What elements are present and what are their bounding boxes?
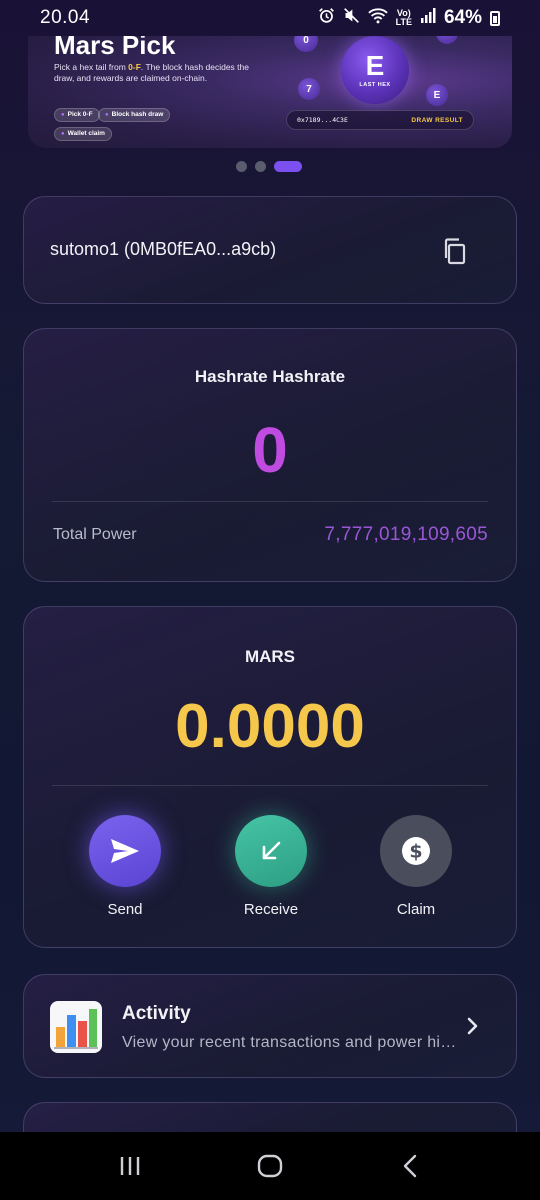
chevron-right-icon[interactable]: [466, 1015, 480, 1037]
status-time: 20.04: [40, 7, 91, 28]
hashrate-value: 0: [252, 414, 288, 486]
hex-ball-decoration: [436, 36, 458, 44]
receive-action[interactable]: Receive: [216, 815, 326, 918]
banner-desc-prefix: Pick a hex tail from: [54, 62, 129, 72]
banner-desc-highlight: 0-F: [128, 62, 141, 72]
activity-title: Activity: [122, 1003, 191, 1024]
hashrate-title: Hashrate Hashrate: [194, 367, 346, 386]
activity-subtitle: View your recent transactions and power …: [122, 1034, 462, 1051]
status-bar: 20.04 Vo) LTE 64%: [0, 0, 540, 36]
claim-button[interactable]: $: [380, 815, 452, 887]
alarm-icon: [318, 7, 335, 29]
last-hex-letter: E: [365, 50, 385, 81]
receive-button[interactable]: [235, 815, 307, 887]
copy-icon[interactable]: [442, 237, 468, 265]
lte-label: LTE: [395, 17, 412, 27]
banner-title: Mars Pick: [54, 36, 176, 60]
divider: [52, 501, 488, 502]
carousel-dot[interactable]: [255, 161, 266, 172]
bar-chart-icon: [50, 1001, 102, 1053]
send-button[interactable]: [89, 815, 161, 887]
hex-ball: E: [426, 84, 448, 106]
hash-code: 0x7189...4C3E: [297, 116, 348, 124]
mars-balance-card: MARS 0.0000 Send Receive $ Claim: [23, 606, 517, 948]
svg-text:$: $: [409, 841, 422, 863]
banner-description: Pick a hex tail from 0-F. The block hash…: [54, 62, 254, 84]
wifi-icon: [367, 7, 388, 29]
hex-ball: 0: [294, 36, 318, 52]
last-hex-ball: E LAST HEX: [341, 36, 409, 104]
receive-icon: [262, 841, 281, 860]
activity-card[interactable]: Activity View your recent transactions a…: [23, 974, 517, 1078]
battery-icon: [490, 10, 500, 26]
promo-banner[interactable]: Mars Pick Pick a hex tail from 0-F. The …: [28, 36, 512, 148]
mars-title: MARS: [244, 647, 296, 666]
draw-result-label: DRAW RESULT: [411, 116, 463, 124]
send-label: Send: [107, 901, 143, 918]
carousel-dot[interactable]: [236, 161, 247, 172]
battery-percent: 64%: [443, 7, 482, 28]
signal-icon: [420, 8, 436, 28]
claim-label: Claim: [396, 901, 436, 918]
system-nav-bar: [0, 1132, 540, 1200]
chip-pick: Pick 0-F: [54, 108, 100, 122]
receive-label: Receive: [243, 901, 299, 918]
status-icons: Vo) LTE 64%: [318, 7, 500, 29]
hex-ball: 7: [298, 78, 320, 100]
recent-apps-button[interactable]: [110, 1146, 150, 1186]
dollar-icon: $: [402, 837, 430, 865]
mute-icon: [343, 7, 360, 29]
back-button[interactable]: [390, 1146, 430, 1186]
divider: [52, 785, 488, 786]
carousel-indicator: [236, 161, 302, 172]
carousel-dot-active[interactable]: [274, 161, 302, 172]
send-icon: [111, 839, 139, 863]
lte-indicator: Vo) LTE: [396, 9, 412, 27]
wallet-card: sutomo1 (0MB0fEA0...a9cb): [23, 196, 517, 304]
chip-block-hash: Block hash draw: [98, 108, 171, 122]
claim-action[interactable]: $ Claim: [361, 815, 471, 918]
total-power-value: 7,777,019,109,605: [324, 524, 488, 545]
hashrate-card: Hashrate Hashrate 0 Total Power 7,777,01…: [23, 328, 517, 582]
home-button[interactable]: [250, 1146, 290, 1186]
mars-balance: 0.0000: [175, 692, 365, 761]
last-hex-label: LAST HEX: [359, 82, 391, 88]
send-action[interactable]: Send: [70, 815, 180, 918]
hash-result-pill[interactable]: 0x7189...4C3E DRAW RESULT: [286, 110, 474, 130]
total-power-label: Total Power: [53, 526, 137, 543]
chip-wallet-claim: Wallet claim: [54, 127, 112, 141]
wallet-address: sutomo1 (0MB0fEA0...a9cb): [50, 239, 277, 259]
